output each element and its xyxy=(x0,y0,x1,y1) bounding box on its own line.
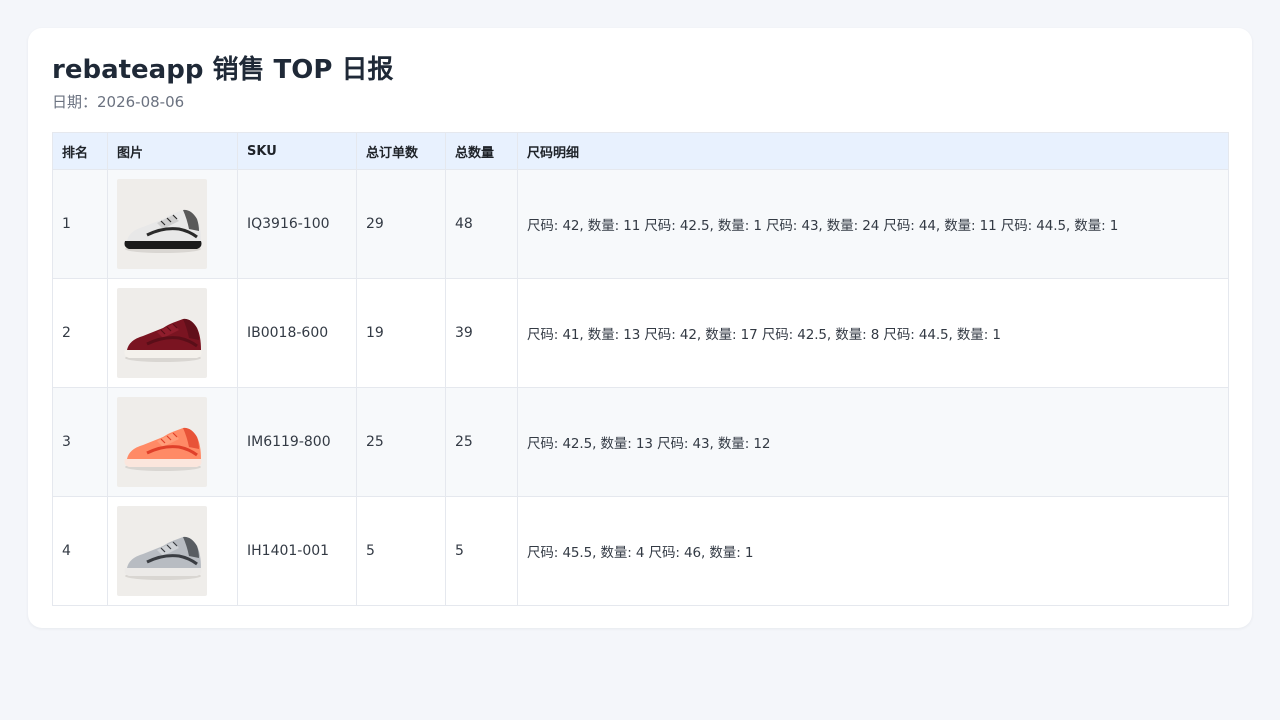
page-title: rebateapp 销售 TOP 日报 xyxy=(52,55,394,85)
sku-cell: IH1401-001 xyxy=(237,496,357,606)
size-detail-cell: 尺码: 41, 数量: 13 尺码: 42, 数量: 17 尺码: 42.5, … xyxy=(517,278,1229,388)
product-image xyxy=(117,179,207,269)
rank-cell: 3 xyxy=(52,387,108,497)
size-detail-cell: 尺码: 42, 数量: 11 尺码: 42.5, 数量: 1 尺码: 43, 数… xyxy=(517,169,1229,279)
header-sku: SKU xyxy=(237,132,357,170)
sales-table: 排名 图片 SKU 总订单数 总数量 尺码明细 1 IQ3916-100 29 … xyxy=(52,132,1229,606)
quantity-cell: 5 xyxy=(445,496,518,606)
header-orders: 总订单数 xyxy=(356,132,446,170)
product-image xyxy=(117,288,207,378)
sku-cell: IB0018-600 xyxy=(237,278,357,388)
rank-cell: 1 xyxy=(52,169,108,279)
product-image xyxy=(117,397,207,487)
table-row: 1 IQ3916-100 29 48 尺码: 42, 数量: 11 尺码: 42… xyxy=(52,169,1229,279)
quantity-cell: 48 xyxy=(445,169,518,279)
quantity-cell: 39 xyxy=(445,278,518,388)
header-quantity: 总数量 xyxy=(445,132,518,170)
sku-cell: IQ3916-100 xyxy=(237,169,357,279)
rank-cell: 4 xyxy=(52,496,108,606)
header-image: 图片 xyxy=(107,132,238,170)
orders-cell: 29 xyxy=(356,169,446,279)
product-image xyxy=(117,506,207,596)
table-row: 4 IH1401-001 5 5 尺码: 45.5, 数量: 4 尺码: 46,… xyxy=(52,496,1229,606)
image-cell xyxy=(107,496,238,606)
header-size-detail: 尺码明细 xyxy=(517,132,1229,170)
image-cell xyxy=(107,278,238,388)
rank-cell: 2 xyxy=(52,278,108,388)
quantity-cell: 25 xyxy=(445,387,518,497)
image-cell xyxy=(107,169,238,279)
sku-cell: IM6119-800 xyxy=(237,387,357,497)
orders-cell: 5 xyxy=(356,496,446,606)
report-card: rebateapp 销售 TOP 日报 日期：2026-08-06 排名 图片 … xyxy=(28,28,1252,628)
size-detail-cell: 尺码: 45.5, 数量: 4 尺码: 46, 数量: 1 xyxy=(517,496,1229,606)
orders-cell: 25 xyxy=(356,387,446,497)
table-row: 2 IB0018-600 19 39 尺码: 41, 数量: 13 尺码: 42… xyxy=(52,278,1229,388)
header-rank: 排名 xyxy=(52,132,108,170)
size-detail-cell: 尺码: 42.5, 数量: 13 尺码: 43, 数量: 12 xyxy=(517,387,1229,497)
orders-cell: 19 xyxy=(356,278,446,388)
table-row: 3 IM6119-800 25 25 尺码: 42.5, 数量: 13 尺码: … xyxy=(52,387,1229,497)
image-cell xyxy=(107,387,238,497)
report-date: 日期：2026-08-06 xyxy=(52,93,185,111)
table-header-row: 排名 图片 SKU 总订单数 总数量 尺码明细 xyxy=(52,132,1229,170)
